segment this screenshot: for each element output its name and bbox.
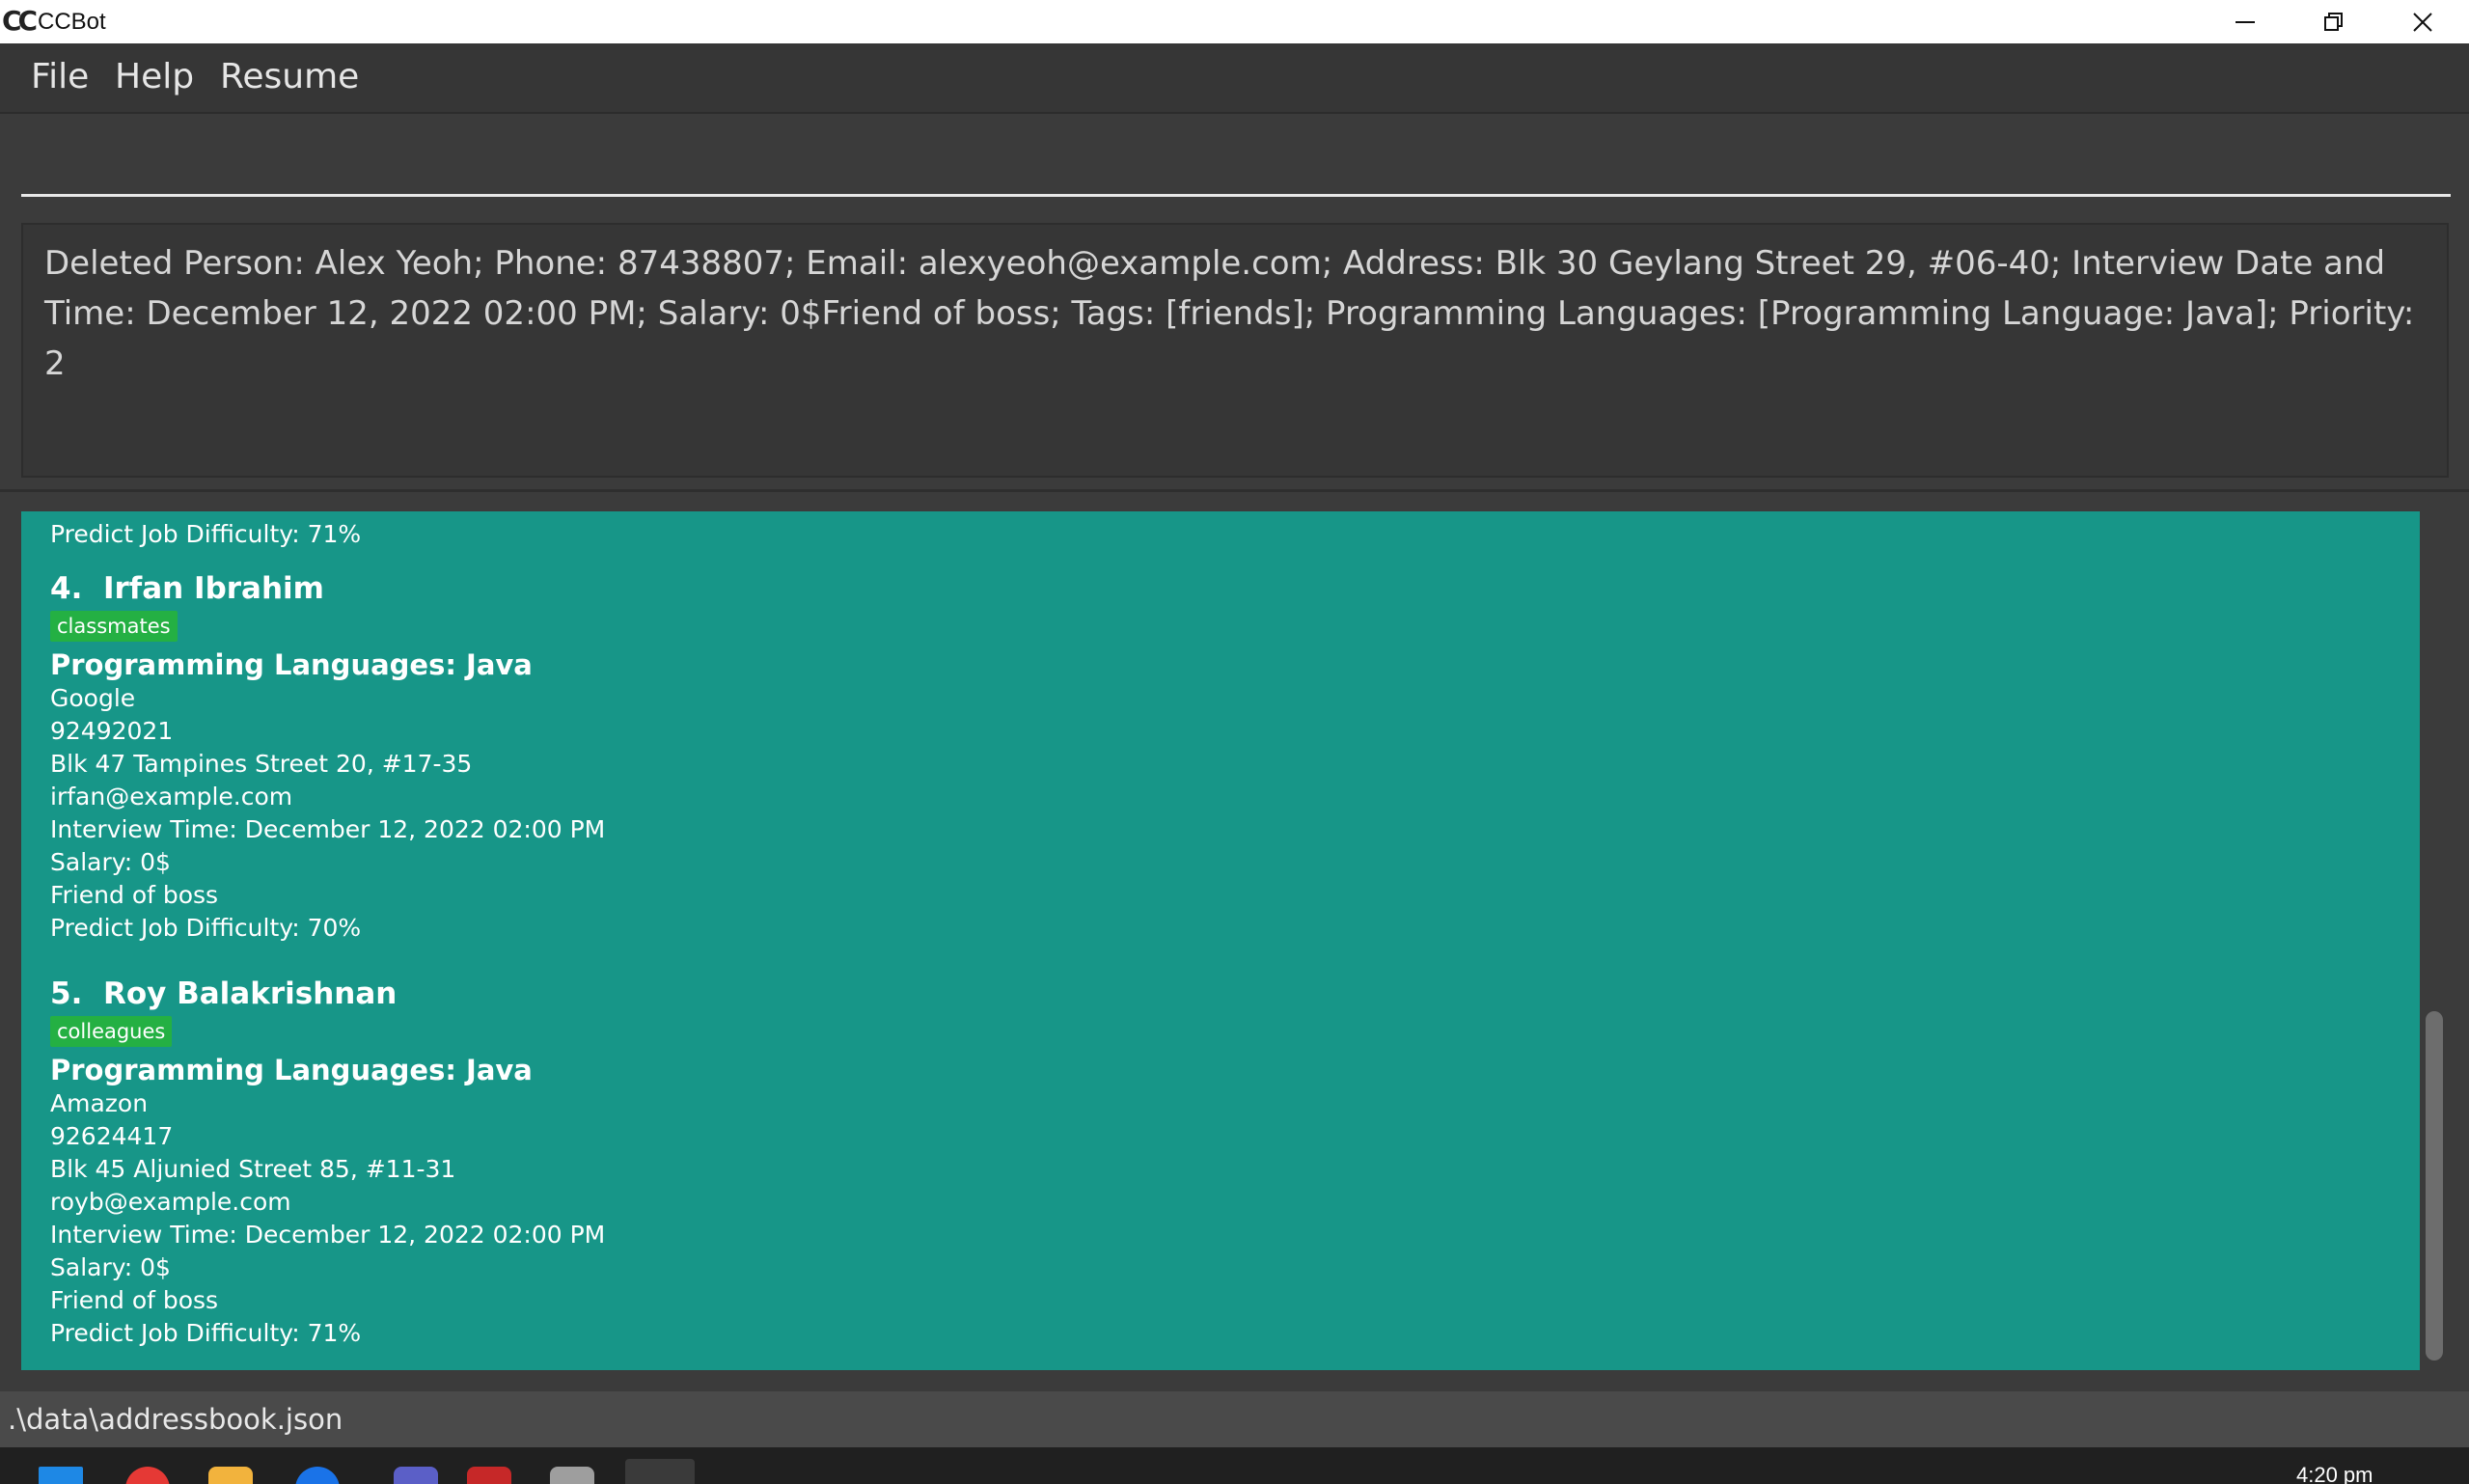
remark: Friend of boss <box>50 1286 219 1314</box>
ccbot-taskbar-icon[interactable] <box>625 1459 695 1484</box>
browser-icon[interactable] <box>295 1467 340 1484</box>
phone: 92492021 <box>50 717 174 745</box>
status-bar: .\data\addressbook.json <box>0 1391 2469 1447</box>
remark: Friend of boss <box>50 881 219 909</box>
interview-time: Interview Time: December 12, 2022 02:00 … <box>50 815 606 843</box>
result-display: Deleted Person: Alex Yeoh; Phone: 874388… <box>21 223 2449 478</box>
person-name: 5. Roy Balakrishnan <box>50 976 398 1011</box>
job-difficulty: Predict Job Difficulty: 71% <box>50 1319 362 1347</box>
minimize-button[interactable] <box>2201 0 2290 43</box>
minimize-icon <box>2236 20 2255 23</box>
tag-badge: classmates <box>50 611 178 642</box>
interview-time: Interview Time: December 12, 2022 02:00 … <box>50 1221 606 1249</box>
file-explorer-icon[interactable] <box>208 1467 253 1484</box>
clock: 4:20 pm <box>2296 1463 2373 1484</box>
save-location: .\data\addressbook.json <box>8 1403 343 1436</box>
salary: Salary: 0$ <box>50 848 171 876</box>
os-taskbar: 4:20 pm <box>0 1447 2469 1484</box>
result-message: Deleted Person: Alex Yeoh; Phone: 874388… <box>44 244 2415 383</box>
menu-help[interactable]: Help <box>115 57 194 97</box>
app-logo-icon: CC <box>2 5 38 37</box>
phone: 92624417 <box>50 1122 174 1150</box>
divider <box>0 489 2469 492</box>
address: Blk 47 Tampines Street 20, #17-35 <box>50 750 473 778</box>
salary: Salary: 0$ <box>50 1253 171 1281</box>
close-icon <box>2413 12 2432 32</box>
menu-resume[interactable]: Resume <box>220 57 359 97</box>
close-button[interactable] <box>2378 0 2467 43</box>
chrome-icon[interactable] <box>125 1467 170 1484</box>
email: royb@example.com <box>50 1188 291 1216</box>
scrollbar-thumb[interactable] <box>2426 1011 2443 1360</box>
window-title: CCBot <box>38 9 106 35</box>
company: Google <box>50 684 136 712</box>
title-bar: CC CCBot <box>0 0 2469 43</box>
job-difficulty: Predict Job Difficulty: 70% <box>50 914 362 942</box>
job-difficulty: Predict Job Difficulty: 71% <box>50 520 362 548</box>
email: irfan@example.com <box>50 783 293 811</box>
tag-badge: colleagues <box>50 1016 173 1047</box>
programming-languages: Programming Languages: Java <box>50 1054 533 1086</box>
person-list[interactable]: Predict Job Difficulty: 71% 4. Irfan Ibr… <box>21 511 2420 1370</box>
address: Blk 45 Aljunied Street 85, #11-31 <box>50 1155 456 1183</box>
menu-bar: File Help Resume <box>0 43 2469 114</box>
app-icon[interactable] <box>467 1467 511 1484</box>
app-icon[interactable] <box>550 1467 594 1484</box>
company: Amazon <box>50 1089 149 1117</box>
programming-languages: Programming Languages: Java <box>50 648 533 681</box>
teams-icon[interactable] <box>394 1467 438 1484</box>
windows-start-icon[interactable] <box>39 1467 83 1484</box>
menu-file[interactable]: File <box>31 57 89 97</box>
restore-button[interactable] <box>2290 0 2378 43</box>
command-input[interactable] <box>21 114 2451 197</box>
person-name: 4. Irfan Ibrahim <box>50 571 324 606</box>
restore-icon <box>2324 12 2343 31</box>
